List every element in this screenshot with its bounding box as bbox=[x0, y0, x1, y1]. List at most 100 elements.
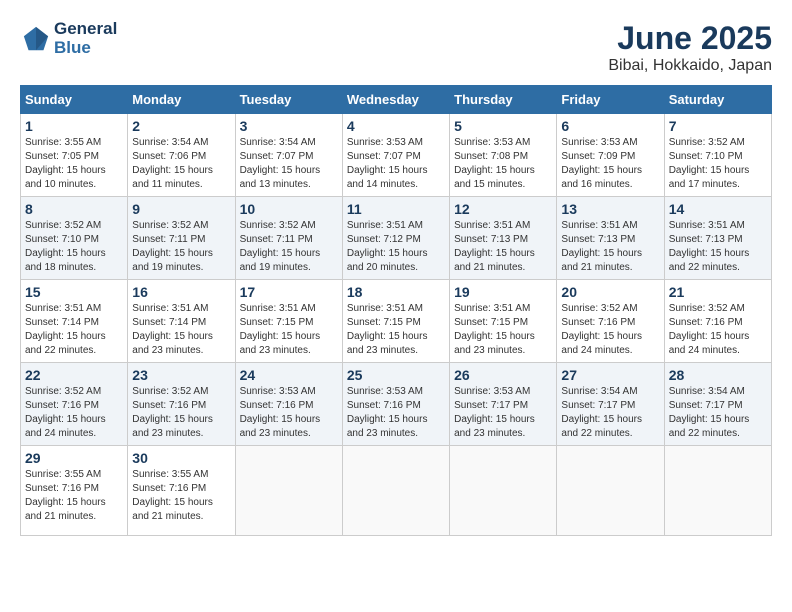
day-number: 25 bbox=[347, 367, 445, 383]
calendar-cell: 11 Sunrise: 3:51 AM Sunset: 7:12 PM Dayli… bbox=[342, 197, 449, 280]
day-number: 18 bbox=[347, 284, 445, 300]
calendar-cell: 10 Sunrise: 3:52 AM Sunset: 7:11 PM Dayli… bbox=[235, 197, 342, 280]
day-number: 17 bbox=[240, 284, 338, 300]
weekday-header-wednesday: Wednesday bbox=[342, 86, 449, 114]
page-header: General Blue June 2025 Bibai, Hokkaido, … bbox=[20, 20, 772, 75]
location-title: Bibai, Hokkaido, Japan bbox=[608, 57, 772, 75]
day-info: Sunrise: 3:53 AM Sunset: 7:16 PM Dayligh… bbox=[240, 385, 338, 441]
day-info: Sunrise: 3:51 AM Sunset: 7:15 PM Dayligh… bbox=[347, 302, 445, 358]
calendar-cell: 23 Sunrise: 3:52 AM Sunset: 7:16 PM Dayli… bbox=[128, 363, 235, 446]
day-info: Sunrise: 3:55 AM Sunset: 7:05 PM Dayligh… bbox=[25, 136, 123, 192]
calendar-cell: 16 Sunrise: 3:51 AM Sunset: 7:14 PM Dayli… bbox=[128, 280, 235, 363]
calendar-week-4: 22Sunrise: 3:52 AM Sunset: 7:16 PM Dayli… bbox=[21, 363, 772, 446]
day-info: Sunrise: 3:55 AM Sunset: 7:16 PM Dayligh… bbox=[25, 468, 123, 524]
day-number: 3 bbox=[240, 118, 338, 134]
calendar-cell: 26 Sunrise: 3:53 AM Sunset: 7:17 PM Dayli… bbox=[450, 363, 557, 446]
day-number: 26 bbox=[454, 367, 552, 383]
weekday-header-thursday: Thursday bbox=[450, 86, 557, 114]
weekday-header-friday: Friday bbox=[557, 86, 664, 114]
weekday-header-sunday: Sunday bbox=[21, 86, 128, 114]
day-number: 15 bbox=[25, 284, 123, 300]
calendar-cell: 17Sunrise: 3:51 AM Sunset: 7:15 PM Dayli… bbox=[235, 280, 342, 363]
calendar-cell: 25 Sunrise: 3:53 AM Sunset: 7:16 PM Dayli… bbox=[342, 363, 449, 446]
day-info: Sunrise: 3:54 AM Sunset: 7:17 PM Dayligh… bbox=[669, 385, 767, 441]
day-info: Sunrise: 3:51 AM Sunset: 7:12 PM Dayligh… bbox=[347, 219, 445, 275]
day-number: 2 bbox=[132, 118, 230, 134]
calendar-cell bbox=[235, 446, 342, 536]
calendar-cell bbox=[342, 446, 449, 536]
day-number: 19 bbox=[454, 284, 552, 300]
day-number: 10 bbox=[240, 201, 338, 217]
day-info: Sunrise: 3:52 AM Sunset: 7:16 PM Dayligh… bbox=[25, 385, 123, 441]
calendar-cell: 2Sunrise: 3:54 AM Sunset: 7:06 PM Daylig… bbox=[128, 114, 235, 197]
day-info: Sunrise: 3:51 AM Sunset: 7:15 PM Dayligh… bbox=[454, 302, 552, 358]
day-number: 4 bbox=[347, 118, 445, 134]
calendar-cell: 20Sunrise: 3:52 AM Sunset: 7:16 PM Dayli… bbox=[557, 280, 664, 363]
calendar-header: SundayMondayTuesdayWednesdayThursdayFrid… bbox=[21, 86, 772, 114]
calendar-cell: 15Sunrise: 3:51 AM Sunset: 7:14 PM Dayli… bbox=[21, 280, 128, 363]
calendar-cell: 29 Sunrise: 3:55 AM Sunset: 7:16 PM Dayli… bbox=[21, 446, 128, 536]
calendar-cell bbox=[450, 446, 557, 536]
calendar-week-3: 15 Sunrise: 3:51 AM Sunset: 7:14 PM Dayli… bbox=[21, 280, 772, 363]
day-info: Sunrise: 3:51 AM Sunset: 7:14 PM Dayligh… bbox=[132, 302, 230, 358]
month-title: June 2025 bbox=[608, 20, 772, 57]
day-number: 11 bbox=[347, 201, 445, 217]
weekday-header-monday: Monday bbox=[128, 86, 235, 114]
logo-general-text: General bbox=[54, 20, 117, 39]
weekday-header-tuesday: Tuesday bbox=[235, 86, 342, 114]
calendar-cell: 27 Sunrise: 3:54 AM Sunset: 7:17 PM Dayli… bbox=[557, 363, 664, 446]
calendar-cell: 24Sunrise: 3:53 AM Sunset: 7:16 PM Dayli… bbox=[235, 363, 342, 446]
day-number: 8 bbox=[25, 201, 123, 217]
day-info: Sunrise: 3:54 AM Sunset: 7:07 PM Dayligh… bbox=[240, 136, 338, 192]
day-number: 20 bbox=[561, 284, 659, 300]
day-info: Sunrise: 3:52 AM Sunset: 7:11 PM Dayligh… bbox=[132, 219, 230, 275]
day-number: 14 bbox=[669, 201, 767, 217]
calendar-cell: 8 Sunrise: 3:52 AM Sunset: 7:10 PM Daylig… bbox=[21, 197, 128, 280]
day-number: 16 bbox=[132, 284, 230, 300]
calendar-cell: 4 Sunrise: 3:53 AM Sunset: 7:07 PM Daylig… bbox=[342, 114, 449, 197]
day-info: Sunrise: 3:51 AM Sunset: 7:13 PM Dayligh… bbox=[669, 219, 767, 275]
calendar-cell: 18 Sunrise: 3:51 AM Sunset: 7:15 PM Dayli… bbox=[342, 280, 449, 363]
day-number: 27 bbox=[561, 367, 659, 383]
calendar-cell: 6Sunrise: 3:53 AM Sunset: 7:09 PM Daylig… bbox=[557, 114, 664, 197]
calendar-cell: 3 Sunrise: 3:54 AM Sunset: 7:07 PM Daylig… bbox=[235, 114, 342, 197]
weekday-header-row: SundayMondayTuesdayWednesdayThursdayFrid… bbox=[21, 86, 772, 114]
day-info: Sunrise: 3:54 AM Sunset: 7:17 PM Dayligh… bbox=[561, 385, 659, 441]
calendar-cell: 21Sunrise: 3:52 AM Sunset: 7:16 PM Dayli… bbox=[664, 280, 771, 363]
day-info: Sunrise: 3:55 AM Sunset: 7:16 PM Dayligh… bbox=[132, 468, 230, 524]
logo: General Blue bbox=[20, 20, 117, 57]
day-number: 30 bbox=[132, 450, 230, 466]
day-number: 6 bbox=[561, 118, 659, 134]
day-info: Sunrise: 3:53 AM Sunset: 7:07 PM Dayligh… bbox=[347, 136, 445, 192]
calendar-table: SundayMondayTuesdayWednesdayThursdayFrid… bbox=[20, 85, 772, 536]
calendar-cell: 1 Sunrise: 3:55 AM Sunset: 7:05 PM Daylig… bbox=[21, 114, 128, 197]
day-info: Sunrise: 3:51 AM Sunset: 7:13 PM Dayligh… bbox=[561, 219, 659, 275]
day-info: Sunrise: 3:52 AM Sunset: 7:10 PM Dayligh… bbox=[25, 219, 123, 275]
day-number: 12 bbox=[454, 201, 552, 217]
weekday-header-saturday: Saturday bbox=[664, 86, 771, 114]
calendar-cell: 22Sunrise: 3:52 AM Sunset: 7:16 PM Dayli… bbox=[21, 363, 128, 446]
calendar-week-2: 8 Sunrise: 3:52 AM Sunset: 7:10 PM Daylig… bbox=[21, 197, 772, 280]
day-info: Sunrise: 3:52 AM Sunset: 7:16 PM Dayligh… bbox=[669, 302, 767, 358]
day-info: Sunrise: 3:52 AM Sunset: 7:11 PM Dayligh… bbox=[240, 219, 338, 275]
calendar-cell: 7Sunrise: 3:52 AM Sunset: 7:10 PM Daylig… bbox=[664, 114, 771, 197]
logo-icon bbox=[22, 25, 50, 53]
day-number: 5 bbox=[454, 118, 552, 134]
logo-blue-text: Blue bbox=[54, 39, 117, 58]
day-info: Sunrise: 3:51 AM Sunset: 7:13 PM Dayligh… bbox=[454, 219, 552, 275]
calendar-week-1: 1 Sunrise: 3:55 AM Sunset: 7:05 PM Daylig… bbox=[21, 114, 772, 197]
day-number: 29 bbox=[25, 450, 123, 466]
calendar-week-5: 29 Sunrise: 3:55 AM Sunset: 7:16 PM Dayli… bbox=[21, 446, 772, 536]
calendar-cell: 13 Sunrise: 3:51 AM Sunset: 7:13 PM Dayli… bbox=[557, 197, 664, 280]
day-number: 1 bbox=[25, 118, 123, 134]
day-number: 23 bbox=[132, 367, 230, 383]
calendar-cell: 14 Sunrise: 3:51 AM Sunset: 7:13 PM Dayli… bbox=[664, 197, 771, 280]
calendar-body: 1 Sunrise: 3:55 AM Sunset: 7:05 PM Daylig… bbox=[21, 114, 772, 536]
day-info: Sunrise: 3:52 AM Sunset: 7:10 PM Dayligh… bbox=[669, 136, 767, 192]
day-number: 13 bbox=[561, 201, 659, 217]
day-info: Sunrise: 3:52 AM Sunset: 7:16 PM Dayligh… bbox=[132, 385, 230, 441]
day-info: Sunrise: 3:53 AM Sunset: 7:17 PM Dayligh… bbox=[454, 385, 552, 441]
day-number: 28 bbox=[669, 367, 767, 383]
day-info: Sunrise: 3:53 AM Sunset: 7:16 PM Dayligh… bbox=[347, 385, 445, 441]
calendar-cell bbox=[557, 446, 664, 536]
